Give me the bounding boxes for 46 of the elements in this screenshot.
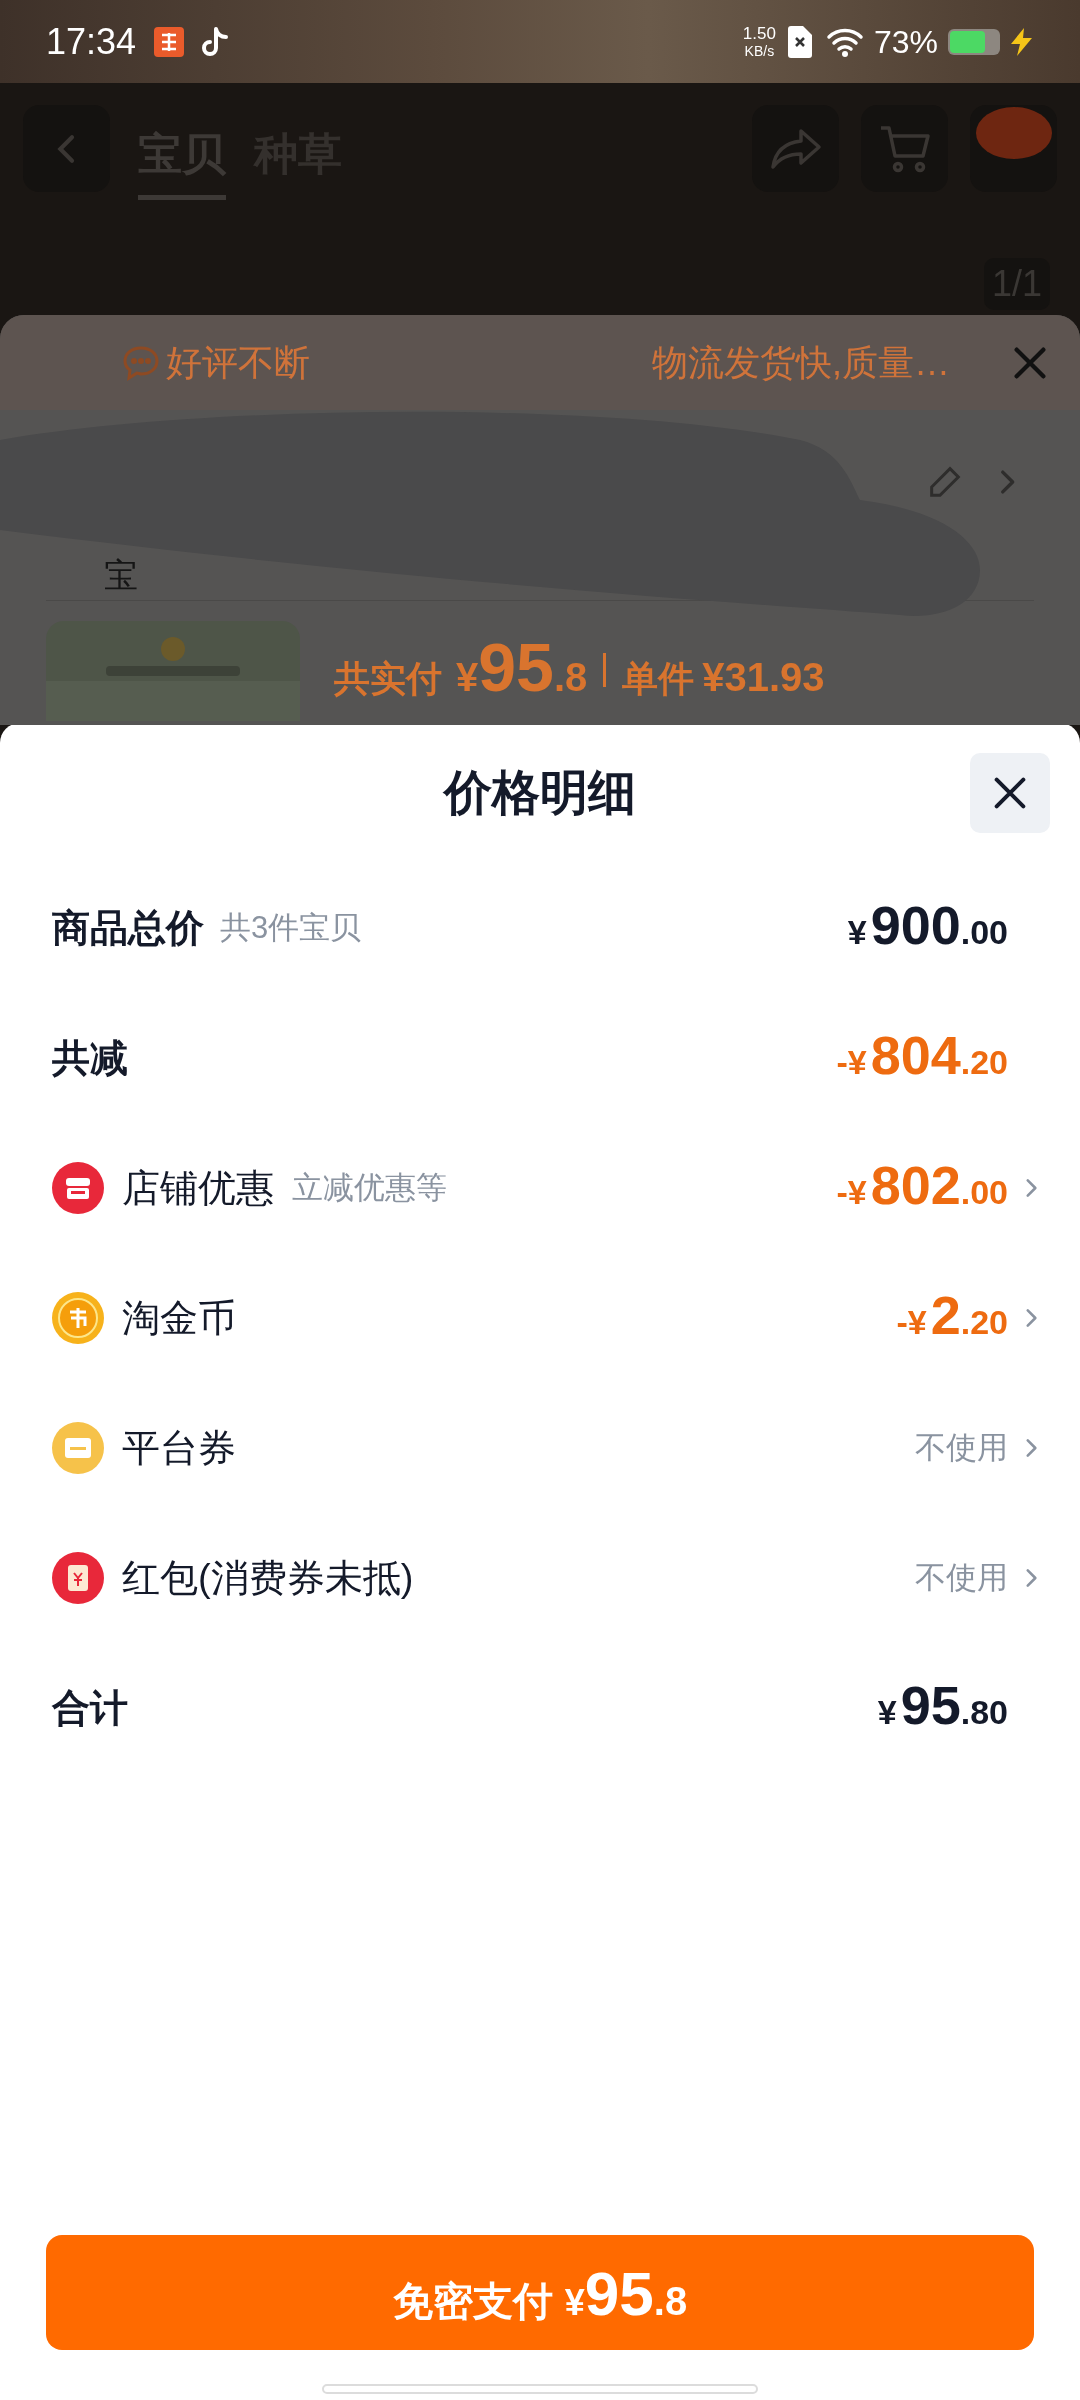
price-value: -¥2.20: [896, 1288, 1008, 1347]
network-speed-unit: KB/s: [744, 44, 775, 58]
envelope-icon: [52, 1552, 104, 1604]
mascot-button[interactable]: [970, 105, 1057, 192]
price-value: ¥95.80: [877, 1678, 1008, 1737]
unit-price: ¥31.93: [702, 654, 825, 701]
share-button[interactable]: [752, 105, 839, 192]
coupon-icon: [52, 1422, 104, 1474]
close-button[interactable]: [970, 753, 1050, 833]
unit-label: 单件: [622, 657, 695, 701]
row-label: 平台券: [122, 1425, 236, 1471]
chat-bubble-icon: [122, 344, 160, 381]
address-text: 宝: [104, 555, 138, 596]
status-time: 17:34: [46, 19, 137, 64]
sim-card-icon: [787, 25, 812, 58]
paid-price: ¥95.8: [456, 633, 588, 707]
row-label: 淘金币: [122, 1295, 236, 1341]
row-note: 共3件宝贝: [220, 908, 362, 947]
share-icon: [768, 126, 823, 171]
price-value: -¥802.00: [836, 1158, 1008, 1217]
pay-button[interactable]: 免密支付 ¥95.8: [46, 2235, 1034, 2350]
price-value: ¥900.00: [847, 898, 1008, 957]
shop-icon: [52, 1162, 104, 1214]
app-notification-icon: [154, 26, 185, 57]
row-label: 红包(消费券未抵): [122, 1555, 414, 1601]
network-speed: 1.50: [742, 25, 776, 42]
row-label: 合计: [52, 1685, 128, 1731]
row-label: 店铺优惠: [122, 1165, 274, 1211]
cart-button[interactable]: [861, 105, 948, 192]
price-value: -¥804.20: [836, 1028, 1008, 1087]
wifi-icon: [825, 26, 864, 57]
banner-text: 好评不断: [166, 340, 310, 385]
music-note-icon: [202, 25, 231, 58]
sheet-title: 价格明细: [444, 765, 636, 821]
mascot-icon: [973, 105, 1054, 161]
back-button[interactable]: [23, 105, 110, 192]
row-status: 不使用: [915, 1558, 1008, 1597]
row-note: 立减优惠等: [292, 1168, 447, 1207]
coin-icon: [52, 1292, 104, 1344]
battery-percent: 73%: [873, 22, 938, 62]
paid-label: 共实付: [334, 657, 442, 701]
row-label: 共减: [52, 1035, 128, 1081]
banner-text: 物流发货快,质量…: [652, 340, 950, 385]
battery-icon: [948, 28, 1000, 55]
row-status: 不使用: [915, 1428, 1008, 1467]
row-label: 商品总价: [52, 905, 204, 951]
